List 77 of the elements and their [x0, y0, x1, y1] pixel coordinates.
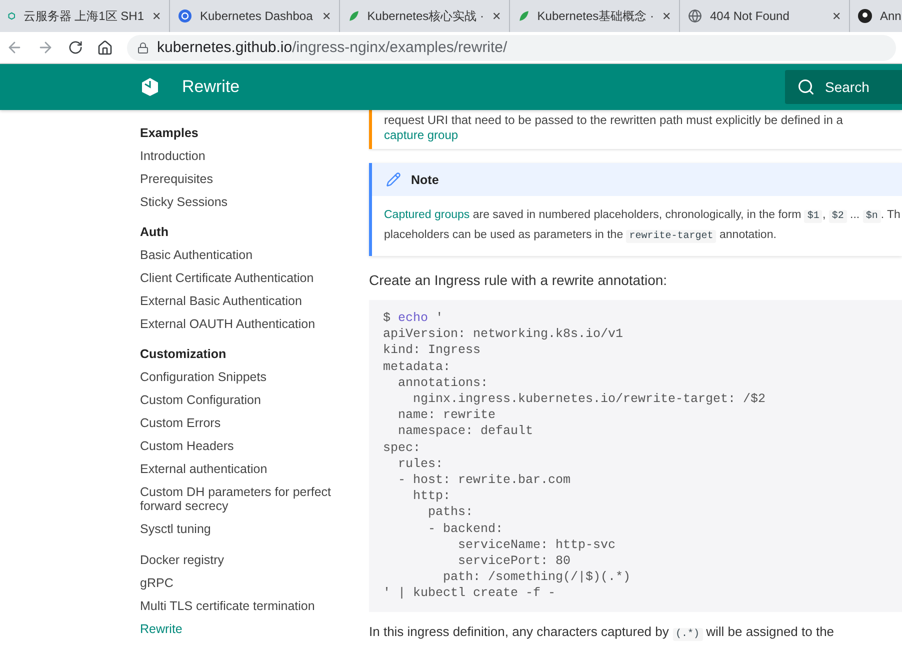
wheel-logo-icon	[178, 9, 192, 23]
code-line: spec:	[383, 440, 422, 456]
nav-link[interactable]: External authentication	[140, 457, 350, 480]
forward-icon[interactable]	[37, 39, 54, 56]
globe-icon	[688, 9, 702, 23]
search-field[interactable]: Search	[785, 70, 902, 104]
nav-link[interactable]: Sysctl tuning	[140, 517, 350, 540]
text-link[interactable]: Captured groups	[384, 209, 470, 221]
nav-link[interactable]: Introduction	[140, 144, 350, 167]
url-text: kubernetes.github.io/ingress-nginx/examples/rewrite/	[157, 39, 508, 56]
search-placeholder: Search	[825, 79, 870, 95]
code-line: http:	[412, 488, 452, 504]
note-text: placeholders can be used as parameters in the rewrite-target annotation.	[384, 228, 778, 245]
tab-title: Kubernetes核心实战 ·	[367, 8, 484, 24]
nav-link[interactable]: Rewrite	[140, 617, 350, 640]
back-icon[interactable]	[6, 39, 23, 56]
paragraph: In this ingress definition, any characters captured by (.*) will be assigned to the	[369, 624, 836, 640]
leaf-logo-icon	[348, 9, 360, 23]
nav-link[interactable]: Custom Headers	[140, 434, 350, 457]
browser-tab[interactable]: Ann	[850, 0, 902, 32]
lock-icon	[137, 42, 149, 54]
avatar-icon	[858, 9, 872, 23]
code-line: nginx.ingress.kubernetes.io/rewrite-target: /$2	[412, 391, 767, 408]
nav-heading: Auth	[140, 224, 170, 241]
code-line: path: /something(/|$)(.*)	[442, 569, 632, 586]
nav-link[interactable]: Sticky Sessions	[140, 190, 350, 213]
tab-title: Kubernetes基础概念 ·	[537, 8, 654, 24]
close-tab-button[interactable]: ✕	[152, 10, 161, 22]
pencil-icon	[386, 172, 401, 187]
tab-title: Kubernetes Dashboa	[200, 9, 314, 23]
nav-link[interactable]: Docker registry	[140, 548, 350, 571]
nav-heading: Customization	[140, 346, 228, 363]
nav-link[interactable]: Prerequisites	[140, 167, 350, 190]
code-line: namespace: default	[397, 423, 534, 440]
code-line: name: rewrite	[397, 407, 497, 424]
nav-link[interactable]: Basic Authentication	[140, 243, 350, 266]
code-line: serviceName: http-svc	[457, 536, 617, 554]
close-tab-button[interactable]: ✕	[322, 10, 331, 22]
paragraph: Create an Ingress rule with a rewrite annotation:	[369, 272, 668, 288]
tab-title: 404 Not Found	[710, 9, 790, 23]
logo-icon	[140, 77, 160, 97]
nav-link[interactable]: Custom DH parameters for perfect forward secrecy	[140, 480, 350, 517]
code-line: rules:	[397, 456, 444, 472]
code-line: - host: rewrite.bar.com	[397, 472, 572, 488]
nav-link[interactable]: Custom Errors	[140, 411, 350, 434]
home-icon[interactable]	[97, 40, 113, 56]
tab-title: 云服务器 上海1区 SH1	[23, 8, 144, 24]
code-line: ' | kubectl create -f -	[383, 585, 557, 602]
code-line: apiVersion: networking.k8s.io/v1	[383, 326, 624, 342]
page-title: Rewrite	[182, 77, 241, 97]
code-line: metadata:	[383, 358, 452, 375]
nav-heading: Examples	[140, 125, 200, 142]
address-field[interactable]: kubernetes.github.io/ingress-nginx/examples/rewrite/	[127, 34, 896, 60]
nav-link[interactable]: External OAUTH Authentication	[140, 312, 350, 335]
code-line: $ echo '	[383, 310, 444, 326]
close-tab-button[interactable]: ✕	[492, 10, 501, 22]
close-tab-button[interactable]: ✕	[662, 10, 671, 22]
note-text: Captured groups are saved in numbered placeholders, chronologically, in the form $1 , $2 ... $n . Th	[384, 208, 902, 225]
code-line: - backend:	[427, 520, 504, 537]
tab-title: Ann	[880, 9, 902, 23]
close-tab-button[interactable]: ✕	[832, 10, 841, 22]
note-title: Note	[411, 172, 439, 186]
nav-link[interactable]: gRPC	[140, 571, 350, 594]
code-line: kind: Ingress	[383, 342, 482, 359]
nav-link[interactable]: Custom Configuration	[140, 388, 350, 411]
reload-icon[interactable]	[68, 40, 83, 55]
code-line: servicePort: 80	[457, 553, 572, 570]
nav-link[interactable]: Multi TLS certificate termination	[140, 594, 350, 617]
code-line: paths:	[427, 504, 474, 521]
leaf-logo-icon	[518, 9, 530, 23]
nav-link[interactable]: External Basic Authentication	[140, 289, 350, 312]
code-line: annotations:	[397, 374, 490, 392]
search-icon	[797, 78, 815, 96]
text-link[interactable]: capture group	[384, 128, 458, 142]
nav-link[interactable]: Client Certificate Authentication	[140, 266, 350, 289]
warning-text: request URI that need to be passed to the rewritten path must explicitly be defined in a capture group	[369, 110, 902, 149]
nav-link[interactable]: Configuration Snippets	[140, 365, 350, 388]
